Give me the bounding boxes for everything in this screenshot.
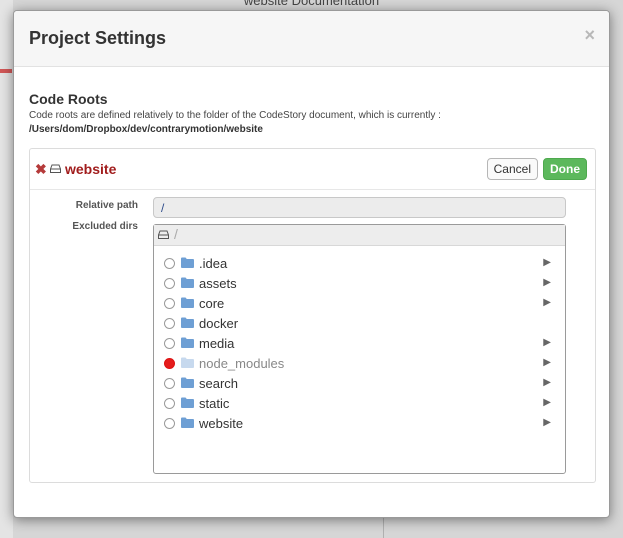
- directory-name: node_modules: [199, 356, 285, 371]
- exclude-radio[interactable]: [164, 358, 175, 369]
- directory-row[interactable]: media ▶: [154, 334, 565, 354]
- cancel-button[interactable]: Cancel: [486, 158, 538, 180]
- exclude-radio[interactable]: [164, 378, 175, 389]
- triangle-right-icon[interactable]: ▶: [543, 377, 551, 388]
- exclude-radio[interactable]: [164, 418, 175, 429]
- project-settings-dialog: Project Settings × Code Roots Code roots…: [13, 10, 610, 518]
- current-document-path: /Users/dom/Dropbox/dev/contrarymotion/we…: [29, 124, 263, 135]
- directory-row[interactable]: .idea ▶: [154, 254, 565, 274]
- exclude-radio[interactable]: [164, 278, 175, 289]
- directory-name: docker: [199, 316, 239, 331]
- code-roots-description: Code roots are defined relatively to the…: [29, 110, 441, 121]
- triangle-right-icon[interactable]: ▶: [543, 357, 551, 368]
- breadcrumb-root[interactable]: /: [174, 226, 178, 242]
- directory-row[interactable]: node_modules ▶: [154, 354, 565, 374]
- folder-icon: [181, 297, 194, 308]
- drive-icon[interactable]: [158, 230, 169, 239]
- backdrop-document-title: website Documentation: [243, 0, 380, 8]
- directory-name: website: [199, 416, 244, 431]
- exclude-radio[interactable]: [164, 258, 175, 269]
- dialog-title: Project Settings: [29, 28, 167, 48]
- exclude-radio[interactable]: [164, 298, 175, 309]
- relative-path-label: Relative path: [75, 200, 138, 211]
- triangle-right-icon[interactable]: ▶: [543, 297, 551, 308]
- exclude-radio[interactable]: [164, 318, 175, 329]
- directory-row[interactable]: docker: [154, 314, 565, 334]
- directory-row[interactable]: website ▶: [154, 414, 565, 434]
- dialog-header: Project Settings ×: [14, 11, 609, 67]
- folder-icon: [181, 317, 194, 328]
- exclude-radio[interactable]: [164, 398, 175, 409]
- excluded-dirs-label: Excluded dirs: [72, 221, 138, 232]
- code-root-header: ✖ website Cancel Done: [30, 149, 595, 190]
- triangle-right-icon[interactable]: ▶: [543, 257, 551, 268]
- code-root-panel: ✖ website Cancel Done Relative path / Ex…: [29, 148, 596, 483]
- folder-icon: [181, 337, 194, 348]
- x-icon[interactable]: ✖: [35, 161, 47, 178]
- directory-name: assets: [199, 276, 237, 291]
- directory-row[interactable]: assets ▶: [154, 274, 565, 294]
- backdrop-sidebar: [0, 0, 13, 538]
- directory-row[interactable]: static ▶: [154, 394, 565, 414]
- done-button[interactable]: Done: [543, 158, 587, 180]
- relative-path-input[interactable]: /: [153, 197, 566, 218]
- directory-name: core: [199, 296, 225, 311]
- directory-row[interactable]: core ▶: [154, 294, 565, 314]
- backdrop-divider: [383, 517, 384, 538]
- triangle-right-icon[interactable]: ▶: [543, 337, 551, 348]
- directory-name: search: [199, 376, 239, 391]
- code-root-name: website: [65, 161, 117, 177]
- directory-name: media: [199, 336, 235, 351]
- close-icon[interactable]: ×: [584, 25, 595, 46]
- exclude-radio[interactable]: [164, 338, 175, 349]
- folder-icon: [181, 257, 194, 268]
- directory-row[interactable]: search ▶: [154, 374, 565, 394]
- triangle-right-icon[interactable]: ▶: [543, 417, 551, 428]
- triangle-right-icon[interactable]: ▶: [543, 277, 551, 288]
- folder-icon: [181, 277, 194, 288]
- backdrop-marker: [0, 69, 12, 73]
- directory-name: .idea: [199, 256, 228, 271]
- folder-icon: [181, 377, 194, 388]
- directory-name: static: [199, 396, 230, 411]
- code-roots-heading: Code Roots: [29, 91, 108, 107]
- excluded-dirs-browser: / .idea ▶ assets ▶ core ▶ docker media ▶ node_mod…: [153, 224, 566, 474]
- folder-icon: [181, 397, 194, 408]
- folder-icon: [181, 357, 194, 368]
- triangle-right-icon[interactable]: ▶: [543, 397, 551, 408]
- directory-list: .idea ▶ assets ▶ core ▶ docker media ▶ node_modul…: [154, 254, 565, 434]
- folder-icon: [181, 417, 194, 428]
- breadcrumb: /: [154, 225, 565, 246]
- drive-icon: [50, 164, 61, 173]
